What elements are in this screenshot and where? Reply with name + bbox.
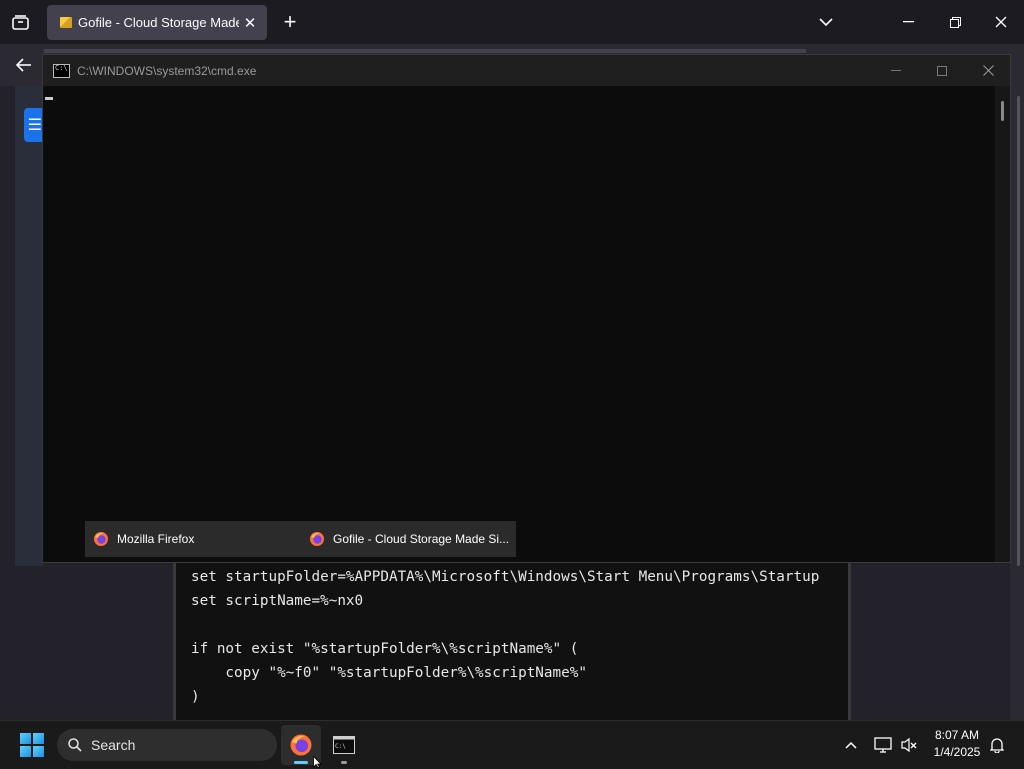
- windows-taskbar: Search C:\ 8:07 AM 1/4/2025: [0, 720, 1024, 768]
- code-line: set scriptName=%~nx0: [191, 593, 364, 609]
- clock-date: 1/4/2025: [933, 745, 981, 759]
- volume-muted-icon[interactable]: [898, 721, 920, 769]
- code-line: copy "%~f0" "%startupFolder%\%scriptName…: [191, 665, 587, 681]
- tab-close-icon[interactable]: ✕: [239, 14, 261, 32]
- cmd-scrollbar-thumb[interactable]: [1001, 101, 1004, 121]
- page-scrollbar[interactable]: [1017, 96, 1020, 566]
- code-line: set startupFolder=%APPDATA%\Microsoft\Wi…: [191, 569, 820, 585]
- cmd-window[interactable]: C:\WINDOWS\system32\cmd.exe: [42, 54, 1011, 563]
- cmd-close-button[interactable]: [965, 55, 1011, 86]
- clock-time: 8:07 AM: [934, 728, 980, 742]
- cmd-scrollbar-track[interactable]: [995, 86, 1010, 562]
- thumbnail-item-gofile[interactable]: Gofile - Cloud Storage Made Si...: [301, 521, 516, 557]
- mouse-cursor-icon: [313, 756, 322, 768]
- page-menu-icon[interactable]: ☰: [24, 108, 44, 142]
- cmd-title-bar[interactable]: C:\WINDOWS\system32\cmd.exe: [43, 55, 1010, 86]
- terminal-icon: C:\: [333, 736, 355, 754]
- thumbnail-item-mozilla-firefox[interactable]: Mozilla Firefox: [85, 521, 301, 557]
- cmd-window-title: C:\WINDOWS\system32\cmd.exe: [77, 63, 257, 78]
- taskbar-search-box[interactable]: Search: [57, 729, 277, 761]
- running-indicator: [294, 761, 308, 764]
- cmd-console-output[interactable]: [43, 86, 995, 562]
- back-arrow-icon[interactable]: [10, 52, 38, 78]
- firefox-icon: [290, 734, 312, 756]
- search-icon: [68, 738, 82, 752]
- thumbnail-label: Mozilla Firefox: [117, 532, 195, 546]
- cmd-app-icon: [53, 63, 70, 78]
- firefox-icon: [94, 532, 108, 546]
- notification-bell-icon[interactable]: [986, 721, 1008, 769]
- gofile-favicon-icon: [60, 17, 72, 28]
- browser-minimize-button[interactable]: [890, 8, 926, 36]
- taskbar-thumbnail-preview: Mozilla Firefox Gofile - Cloud Storage M…: [85, 521, 516, 557]
- svg-text:C:\: C:\: [335, 743, 346, 750]
- page-sidebar: [15, 86, 43, 566]
- browser-restore-button[interactable]: [937, 8, 973, 36]
- code-line: ): [191, 689, 200, 705]
- network-icon[interactable]: [872, 721, 894, 769]
- code-lines: set startupFolder=%APPDATA%\Microsoft\Wi…: [176, 562, 848, 709]
- browser-tab-bar: Gofile - Cloud Storage Made Si ✕ +: [0, 0, 1024, 44]
- url-bar[interactable]: [44, 49, 806, 53]
- cmd-maximize-button[interactable]: [919, 55, 965, 86]
- show-hidden-icons-chevron-icon[interactable]: [840, 721, 862, 769]
- cmd-text-cursor: [45, 97, 53, 100]
- browser-close-button[interactable]: [983, 8, 1019, 36]
- firefox-view-icon[interactable]: [8, 10, 32, 34]
- tab-title: Gofile - Cloud Storage Made Si: [78, 15, 239, 30]
- running-indicator: [341, 761, 347, 764]
- new-tab-button[interactable]: +: [277, 8, 303, 36]
- windows-start-icon[interactable]: [20, 733, 44, 757]
- code-line: if not exist "%startupFolder%\%scriptNam…: [191, 641, 579, 657]
- search-placeholder: Search: [91, 737, 136, 753]
- thumbnail-label: Gofile - Cloud Storage Made Si...: [333, 532, 510, 546]
- list-all-tabs-chevron-icon[interactable]: [812, 8, 840, 36]
- taskbar-cmd-button[interactable]: C:\: [324, 725, 364, 765]
- taskbar-clock[interactable]: 8:07 AM 1/4/2025: [925, 727, 989, 761]
- code-block: set startupFolder=%APPDATA%\Microsoft\Wi…: [173, 562, 851, 720]
- cmd-minimize-button[interactable]: [873, 55, 919, 86]
- browser-tab[interactable]: Gofile - Cloud Storage Made Si ✕: [47, 5, 267, 40]
- firefox-icon: [310, 532, 324, 546]
